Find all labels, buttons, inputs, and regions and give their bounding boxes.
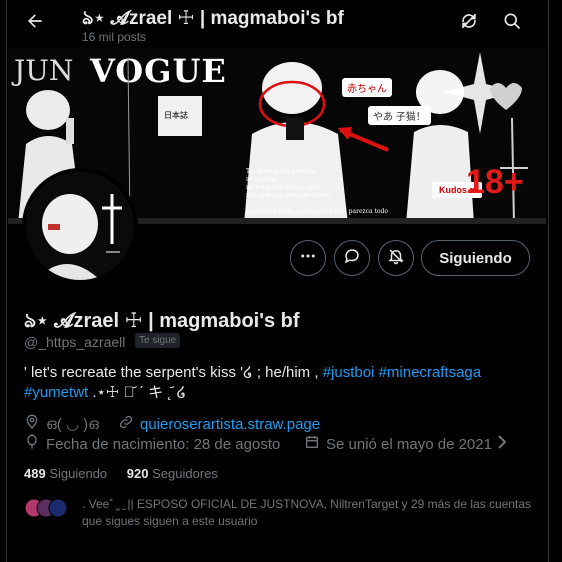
following-count: 489 — [24, 466, 46, 481]
hashtag-minecraftsaga[interactable]: #minecraftsaga — [379, 364, 482, 381]
bio: ' let's recreate the serpent's kiss '໒ ;… — [24, 363, 544, 403]
banner-poem: Te ofrezco mis poemas mis cartas mi boca… — [246, 168, 388, 215]
svg-text:日本誌: 日本誌 — [164, 110, 188, 120]
more-icon — [299, 247, 317, 270]
bell-icon — [387, 247, 405, 270]
avatar[interactable] — [22, 168, 138, 284]
bio-text: ' let's recreate the serpent's kiss '໒ ;… — [24, 364, 323, 381]
hashtag-yumetwt[interactable]: #yumetwt — [24, 384, 88, 401]
balloon-icon — [24, 434, 46, 454]
hashtag-justboi[interactable]: #justboi — [323, 364, 375, 381]
bio-tail: .⋆☩ ঌ᷄ ˊ キ ˛᷄ ໒ — [88, 384, 187, 401]
frame-border-right — [548, 0, 549, 562]
joined-row[interactable]: Se unió el mayo de 2021 — [304, 434, 513, 454]
location-icon — [24, 414, 46, 434]
calendar-icon — [304, 434, 326, 454]
avatar-artwork — [26, 172, 134, 280]
banner-bubble-2: やあ 子猫！ — [368, 106, 431, 125]
notify-button[interactable] — [378, 240, 414, 276]
followers-label: Seguidores — [152, 466, 218, 481]
refresh-icon — [459, 11, 479, 36]
website-row: quieroserartista.straw.page — [118, 414, 320, 434]
link-icon — [118, 414, 140, 434]
chevron-right-icon — [497, 435, 513, 453]
mutual-avatars — [24, 498, 70, 518]
birthday-row: Fecha de nacimiento: 28 de agosto — [24, 434, 280, 454]
handle: @_https_azraell — [24, 334, 126, 350]
follow-stats: 489 Siguiendo 920 Seguidores — [24, 466, 218, 481]
message-icon — [343, 247, 361, 270]
search-button[interactable] — [497, 8, 527, 38]
banner-bubble-1: 赤ちゃん — [342, 78, 392, 97]
more-button[interactable] — [290, 240, 326, 276]
location-row: ഒ( ◡ )ഒ — [24, 414, 99, 434]
following-button[interactable]: Siguiendo — [421, 240, 530, 276]
joined-text: Se unió el mayo de 2021 — [326, 435, 492, 453]
followers-you-know[interactable]: . Vee˚ ̥˳ ̫ || ESPOSO OFICIAL DE JUSTNOV… — [24, 496, 544, 530]
birthday-text: Fecha de nacimiento: 28 de agosto — [46, 435, 281, 453]
banner-18-mark: 18+ — [466, 163, 524, 201]
frame-border-left — [6, 0, 7, 562]
followers-stat[interactable]: 920 Seguidores — [127, 466, 218, 481]
followers-count: 920 — [126, 466, 149, 481]
following-label: Siguiendo — [49, 466, 108, 481]
followers-you-know-text: . Vee˚ ̥˳ ̫ || ESPOSO OFICIAL DE JUSTNOV… — [82, 497, 532, 528]
back-button[interactable] — [20, 8, 50, 38]
search-icon — [502, 11, 522, 36]
refresh-button[interactable] — [454, 8, 484, 38]
follows-you-badge: Te sigue — [135, 333, 181, 348]
message-button[interactable] — [334, 240, 370, 276]
arrow-left-icon — [25, 11, 45, 36]
location-text: ഒ( ◡ )ഒ — [46, 416, 99, 433]
top-bar: ঌ⋆ 𝓐zrael ☩ | magmaboi's bf 16 mil posts — [0, 0, 562, 48]
following-stat[interactable]: 489 Siguiendo — [24, 466, 107, 481]
post-count: 16 mil posts — [82, 30, 147, 44]
website-link[interactable]: quieroserartista.straw.page — [140, 416, 320, 433]
